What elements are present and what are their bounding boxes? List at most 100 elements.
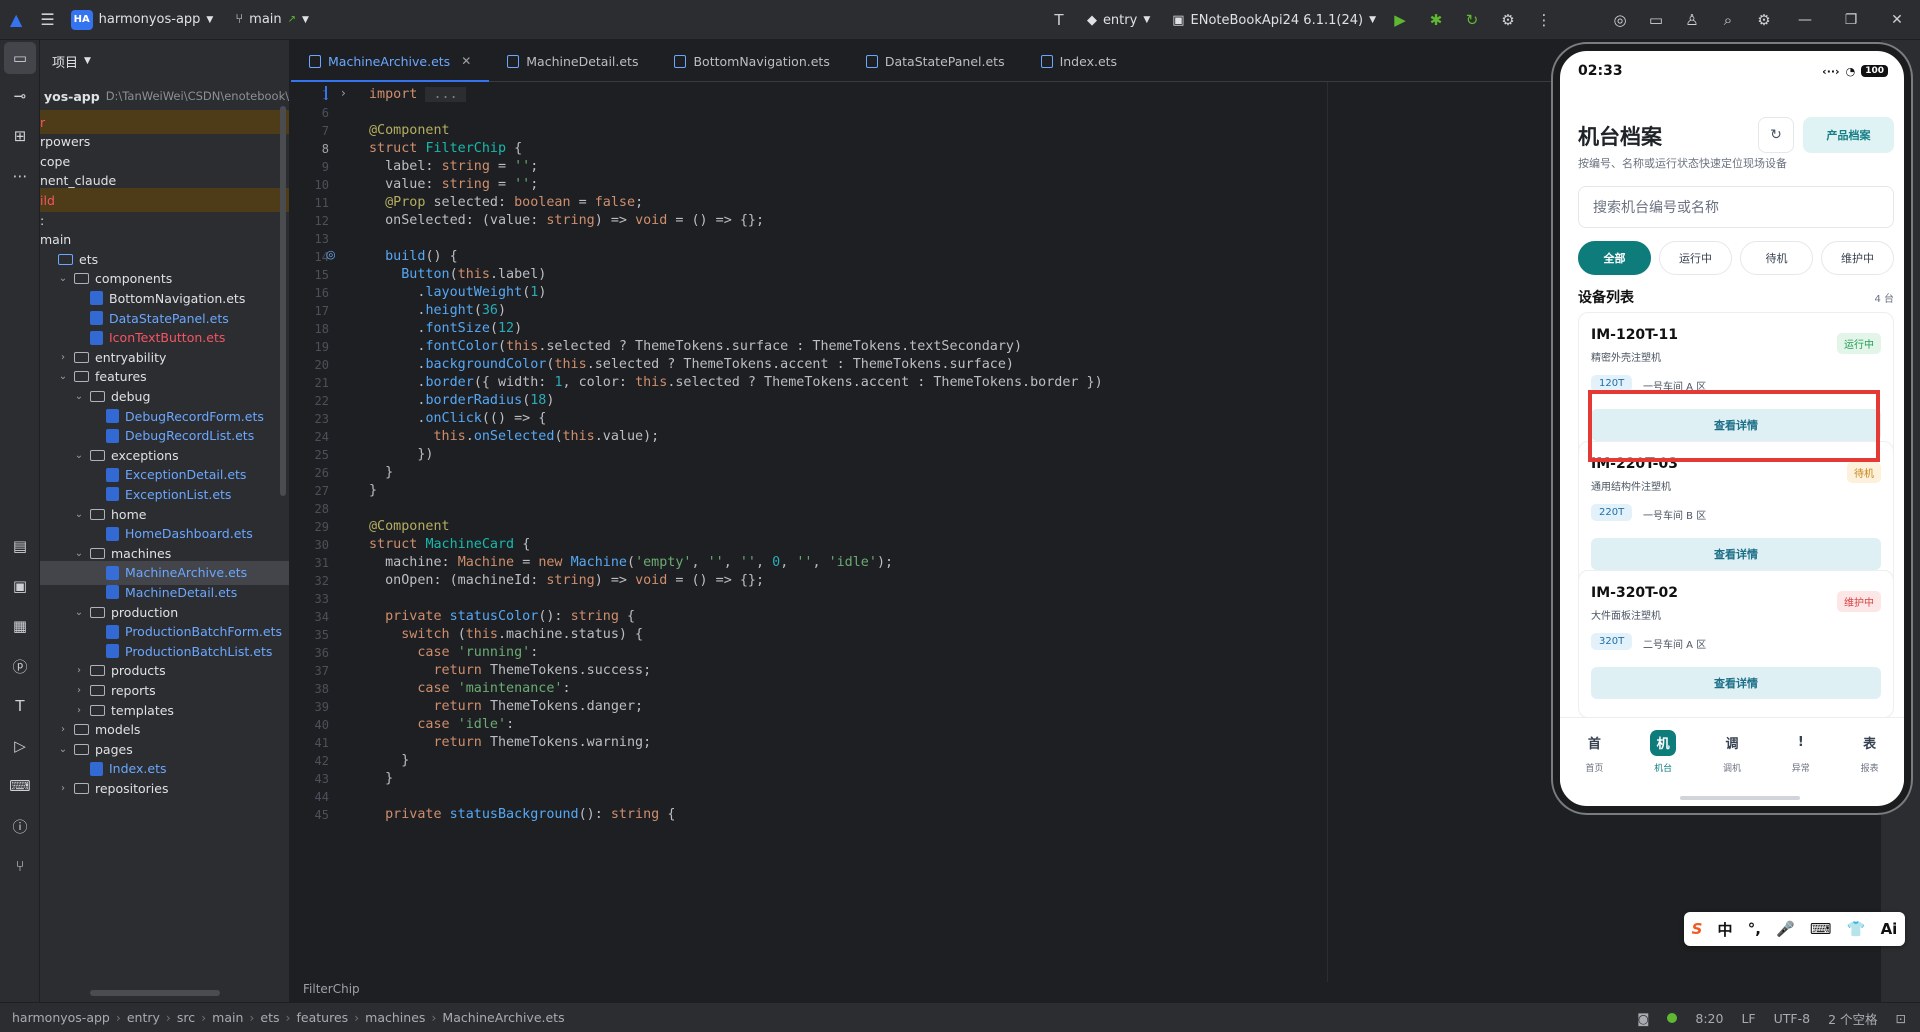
ime-button[interactable]: ⌨ bbox=[1810, 920, 1832, 938]
chevron-down-icon[interactable]: ⌄ bbox=[72, 509, 86, 520]
gear-icon[interactable]: ⚙ bbox=[1746, 0, 1782, 40]
view-detail-button[interactable]: 查看详情 bbox=[1591, 409, 1881, 441]
chevron-down-icon[interactable]: ⌄ bbox=[72, 548, 86, 559]
restore-button[interactable]: ❐ bbox=[1828, 0, 1874, 40]
tab-bottomnavigation[interactable]: BottomNavigation.ets bbox=[656, 40, 847, 82]
fold-chevron-icon[interactable]: › bbox=[341, 86, 346, 100]
chevron-right-icon[interactable]: › bbox=[56, 783, 70, 794]
branch-selector[interactable]: ⑂ main ↗ ▼ bbox=[229, 6, 315, 34]
home-indicator[interactable] bbox=[1680, 796, 1800, 800]
code-line[interactable]: return ThemeTokens.warning; bbox=[369, 732, 652, 754]
chevron-right-icon[interactable]: › bbox=[56, 352, 70, 363]
tree-scrollbar[interactable] bbox=[280, 106, 286, 496]
filter-chip[interactable]: 全部 bbox=[1578, 241, 1651, 275]
commit-icon[interactable]: ⊸ bbox=[0, 76, 40, 116]
services-icon[interactable]: ▷ bbox=[0, 726, 40, 766]
run-config-selector[interactable]: ◆ entry ▼ bbox=[1081, 6, 1156, 34]
ime-button[interactable]: °, bbox=[1748, 920, 1761, 938]
chevron-down-icon[interactable]: ⌄ bbox=[56, 273, 70, 284]
nav-item[interactable]: 表报表 bbox=[1845, 730, 1895, 774]
breadcrumb-item[interactable]: MachineArchive.ets bbox=[442, 1010, 564, 1025]
chevron-right-icon[interactable]: › bbox=[72, 685, 86, 696]
layout-icon[interactable]: ▦ bbox=[0, 606, 40, 646]
close-tab-icon[interactable]: ✕ bbox=[461, 54, 471, 68]
chevron-right-icon[interactable]: › bbox=[72, 665, 86, 676]
chevron-right-icon[interactable]: › bbox=[72, 705, 86, 716]
main-menu-icon[interactable]: ☰ bbox=[40, 10, 54, 29]
nav-item[interactable]: 机机台 bbox=[1638, 729, 1688, 774]
build-icon[interactable]: T bbox=[0, 686, 40, 726]
rerun-icon[interactable]: ↻ bbox=[1454, 0, 1490, 40]
readonly-lock-icon[interactable]: ⊡ bbox=[1896, 1011, 1906, 1026]
project-panel-header[interactable]: 项目 ▼ bbox=[40, 40, 289, 82]
chevron-down-icon[interactable]: ⌄ bbox=[56, 371, 70, 382]
breadcrumb-item[interactable]: src bbox=[177, 1010, 195, 1025]
search-icon[interactable]: ⌕ bbox=[1710, 0, 1746, 40]
machine-card[interactable]: IM-220T-03 通用结构件注塑机 待机 220T 一号车间 B 区 查看详… bbox=[1578, 441, 1894, 589]
close-button[interactable]: ✕ bbox=[1874, 0, 1920, 40]
project-selector[interactable]: HA harmonyos-app ▼ bbox=[65, 6, 220, 34]
git-icon[interactable]: ⑂ bbox=[0, 846, 40, 886]
ime-button[interactable]: 中 bbox=[1718, 919, 1733, 940]
machine-card[interactable]: IM-320T-02 大件面板注塑机 维护中 320T 二号车间 A 区 查看详… bbox=[1578, 570, 1894, 718]
breadcrumb-item[interactable]: main bbox=[212, 1010, 243, 1025]
ime-button[interactable]: S bbox=[1692, 920, 1703, 938]
tree-folder[interactable]: › repositories bbox=[40, 776, 289, 800]
profiler-tool-icon[interactable]: ⓟ bbox=[0, 646, 40, 686]
chevron-down-icon[interactable]: ⌄ bbox=[72, 391, 86, 402]
chevron-down-icon[interactable]: ⌄ bbox=[72, 450, 86, 461]
ai-assistant-icon[interactable]: ◙ bbox=[1637, 1011, 1649, 1026]
editor-breadcrumb[interactable]: FilterChip bbox=[291, 982, 1571, 1002]
tab-machinedetail[interactable]: MachineDetail.ets bbox=[489, 40, 656, 82]
chevron-right-icon[interactable]: › bbox=[56, 724, 70, 735]
nav-item[interactable]: ! 异常 bbox=[1776, 730, 1826, 774]
search-input[interactable]: 搜索机台编号或名称 bbox=[1578, 186, 1894, 228]
tree-hscrollbar[interactable] bbox=[90, 990, 220, 996]
line-separator[interactable]: LF bbox=[1741, 1011, 1755, 1026]
app-logo-icon[interactable]: ▲ bbox=[10, 10, 22, 29]
product-archive-button[interactable]: 产品档案 bbox=[1803, 117, 1894, 153]
more-icon[interactable]: ⋮ bbox=[1526, 0, 1562, 40]
structure-icon[interactable]: ⊞ bbox=[0, 116, 40, 156]
chevron-down-icon[interactable]: ⌄ bbox=[56, 744, 70, 755]
filter-chip[interactable]: 待机 bbox=[1740, 241, 1813, 275]
breadcrumb-item[interactable]: entry bbox=[127, 1010, 160, 1025]
minimize-button[interactable]: — bbox=[1782, 0, 1828, 40]
code-line[interactable]: private statusBackground(): string { bbox=[369, 804, 675, 826]
todo-icon[interactable]: ▤ bbox=[0, 526, 40, 566]
code-line[interactable]: import ... bbox=[369, 84, 466, 106]
filter-chip[interactable]: 维护中 bbox=[1821, 241, 1894, 275]
folder-icon[interactable]: ▭ bbox=[1638, 0, 1674, 40]
breadcrumb-item[interactable]: features bbox=[297, 1010, 349, 1025]
previewer-icon[interactable]: ▣ bbox=[0, 566, 40, 606]
device-manager-icon[interactable]: ◎ bbox=[1602, 0, 1638, 40]
more-tools-icon[interactable]: ⋯ bbox=[0, 156, 40, 196]
tab-machinearchive[interactable]: MachineArchive.ets ✕ bbox=[291, 40, 490, 82]
filter-chip[interactable]: 运行中 bbox=[1659, 241, 1732, 275]
cursor-position[interactable]: 8:20 bbox=[1695, 1011, 1723, 1026]
ime-button[interactable]: 🎤 bbox=[1776, 920, 1795, 938]
typography-icon[interactable]: T bbox=[1041, 0, 1077, 40]
code-line[interactable]: onSelected: (value: string) => void = ()… bbox=[369, 210, 764, 232]
chevron-down-icon[interactable]: ⌄ bbox=[72, 607, 86, 618]
machine-card[interactable]: IM-120T-11 精密外壳注塑机 运行中 120T 一号车间 A 区 查看详… bbox=[1578, 312, 1894, 460]
code-editor[interactable]: import ... @Component struct FilterChip {… bbox=[325, 82, 1569, 982]
debug-icon[interactable]: ✱ bbox=[1418, 0, 1454, 40]
breadcrumb-item[interactable]: harmonyos-app bbox=[12, 1010, 110, 1025]
device-selector[interactable]: ▣ ENoteBookApi24 6.1.1(24) ▼ bbox=[1166, 6, 1382, 34]
tree-root[interactable]: yos-app D:\TanWeiWei\CSDN\enotebook\ bbox=[40, 84, 289, 108]
project-tool-icon[interactable]: ▭ bbox=[4, 42, 36, 74]
code-line[interactable]: } bbox=[369, 768, 393, 790]
nav-item[interactable]: 首首页 bbox=[1569, 730, 1619, 774]
tab-index[interactable]: Index.ets bbox=[1023, 40, 1136, 82]
breadcrumb-item[interactable]: machines bbox=[365, 1010, 425, 1025]
profiler-icon[interactable]: ⚙ bbox=[1490, 0, 1526, 40]
indent-setting[interactable]: 2 个空格 bbox=[1828, 1009, 1877, 1028]
code-line[interactable]: } bbox=[369, 480, 377, 502]
nav-item[interactable]: 调调机 bbox=[1707, 730, 1757, 774]
ime-button[interactable]: Ai bbox=[1881, 920, 1898, 938]
tab-datastatepanel[interactable]: DataStatePanel.ets bbox=[848, 40, 1023, 82]
problems-icon[interactable]: ⓘ bbox=[0, 806, 40, 846]
run-icon[interactable]: ▶ bbox=[1382, 0, 1418, 40]
view-detail-button[interactable]: 查看详情 bbox=[1591, 667, 1881, 699]
